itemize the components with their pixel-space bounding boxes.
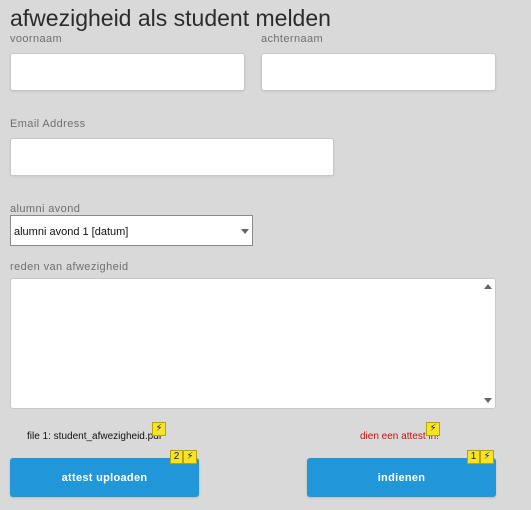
alumni-evening-label: alumni avond: [10, 203, 81, 215]
lightning-bolt-icon: ⚡: [426, 422, 440, 436]
textarea-scrollbar[interactable]: [481, 279, 495, 408]
step-badge-submit: 1: [467, 450, 480, 464]
scroll-up-arrow-icon[interactable]: [484, 284, 492, 289]
first-name-label: voornaam: [10, 33, 63, 45]
reason-textarea[interactable]: [10, 278, 496, 409]
lightning-bolt-icon: ⚡: [480, 450, 494, 464]
submit-button-label: indienen: [377, 471, 426, 484]
chevron-down-icon: [241, 229, 249, 234]
reason-label: reden van afwezigheid: [10, 261, 129, 273]
alumni-evening-select[interactable]: alumni avond 1 [datum]: [10, 215, 253, 246]
scroll-down-arrow-icon[interactable]: [484, 398, 492, 403]
email-label: Email Address: [10, 118, 86, 130]
email-input[interactable]: [10, 138, 334, 176]
lightning-bolt-icon: ⚡: [152, 422, 166, 436]
absence-form-page: afwezigheid als student melden voornaam …: [0, 0, 531, 510]
upload-attest-button-label: attest uploaden: [61, 471, 148, 484]
page-title: afwezigheid als student melden: [10, 5, 331, 31]
last-name-label: achternaam: [261, 33, 324, 45]
last-name-input[interactable]: [261, 53, 496, 91]
alumni-evening-selected: alumni avond 1 [datum]: [14, 226, 129, 238]
uploaded-file-label: file 1: student_afwezigheid.pdf: [27, 431, 162, 442]
first-name-input[interactable]: [10, 53, 245, 91]
lightning-bolt-icon: ⚡: [183, 450, 197, 464]
step-badge-upload: 2: [170, 450, 183, 464]
